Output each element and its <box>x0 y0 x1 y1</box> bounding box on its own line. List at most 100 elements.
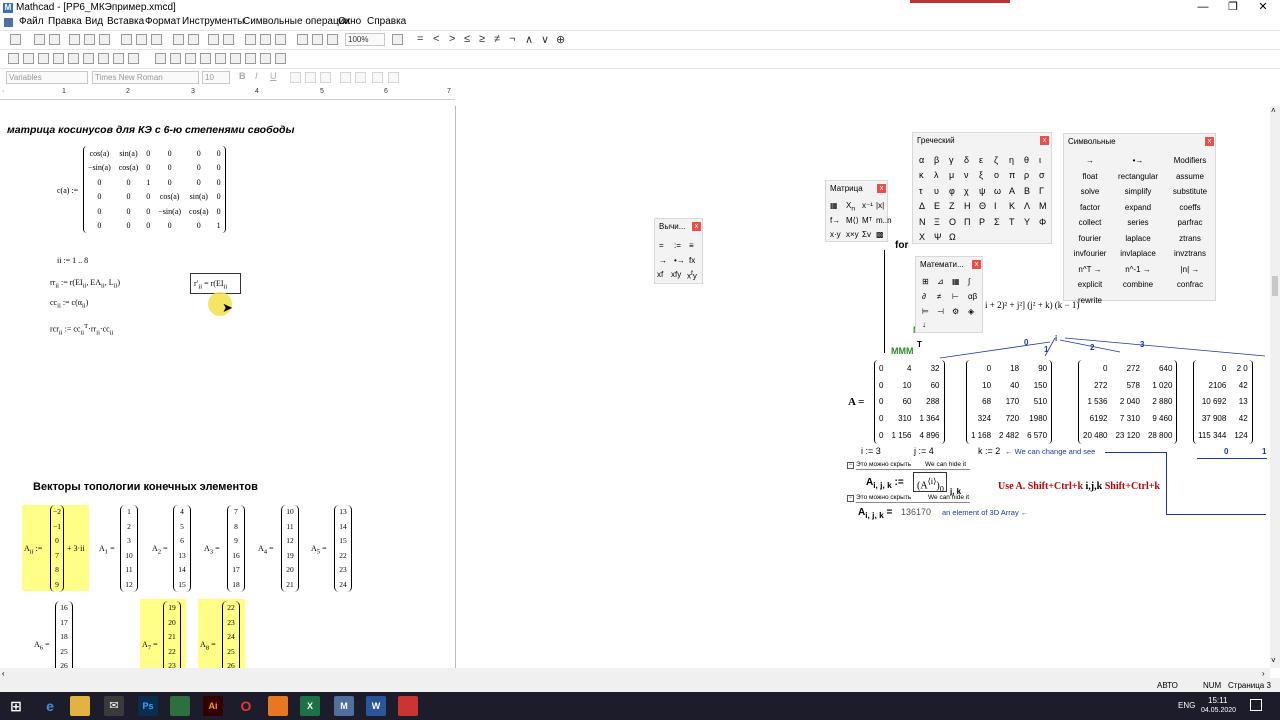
collapse-toggle-2[interactable]: − <box>847 495 854 502</box>
matrix-toolbar-icon[interactable] <box>23 53 34 64</box>
evaluation-icon[interactable]: ∫ <box>968 277 970 286</box>
greek-letter-button[interactable]: ψ <box>979 186 985 196</box>
align-left-icon[interactable] <box>290 72 301 83</box>
greek-letter-button[interactable]: Ν <box>919 217 926 227</box>
minimize-button[interactable]: — <box>1188 0 1218 15</box>
greek-letter-button[interactable]: σ <box>1039 170 1045 180</box>
opera-icon[interactable]: O <box>236 696 256 716</box>
photoshop-icon[interactable]: Ps <box>138 696 158 716</box>
topology-vector-vectors-0[interactable]: 1 2 3 10 11 12 <box>120 505 138 592</box>
symbolic-keyword-button[interactable]: invztrans <box>1166 249 1214 258</box>
j-definition[interactable]: j := 4 <box>914 446 934 456</box>
scroll-down-icon[interactable]: ˅ <box>1271 656 1276 665</box>
matrix-insert-icon[interactable]: ▦ <box>830 201 838 210</box>
calculator-icon[interactable]: ⊞ <box>922 277 929 286</box>
boolean-toolbar-icon[interactable] <box>128 53 139 64</box>
graph-icon[interactable]: ⊿ <box>937 277 944 286</box>
component-wizard-icon[interactable] <box>312 34 323 45</box>
greek-letter-button[interactable]: Α <box>1009 186 1015 196</box>
greek-letter-button[interactable]: Η <box>964 201 971 211</box>
symbolic-keyword-button[interactable]: invlaplace <box>1114 249 1162 258</box>
resource-center-icon[interactable] <box>327 34 338 45</box>
evaluation-panel-close[interactable]: x <box>692 222 701 231</box>
paste-icon[interactable] <box>151 34 162 45</box>
symbolic-keyword-button[interactable]: parfrac <box>1166 218 1214 227</box>
c-function-lhs[interactable]: c(a) := <box>57 186 78 195</box>
calculator-toolbar-icon[interactable] <box>155 53 166 64</box>
greek-letter-button[interactable]: β <box>934 155 939 165</box>
align-across-icon[interactable] <box>208 34 219 45</box>
topology-vector-vectors-4[interactable]: 13 14 15 22 23 24 <box>334 505 352 592</box>
greek-letter-button[interactable]: ι <box>1039 155 1041 165</box>
new-icon[interactable] <box>10 34 21 45</box>
vector-label-vectors_row2-0[interactable]: A6 = <box>34 640 50 652</box>
math-panel-close[interactable]: x <box>972 260 981 269</box>
symbolic-keyword-button[interactable]: series <box>1114 218 1162 227</box>
symbolic-keyword-button[interactable]: invfourier <box>1072 249 1108 258</box>
edge-icon[interactable]: e <box>40 696 60 716</box>
calculus-icon[interactable]: ∂ <box>922 292 926 301</box>
open-icon[interactable] <box>34 34 45 45</box>
and-icon[interactable]: ∧ <box>525 33 533 46</box>
symbolic-keyword-button[interactable]: substitute <box>1166 187 1214 196</box>
symbolic-keyword-button[interactable]: assume <box>1166 172 1214 181</box>
greek-letter-button[interactable]: Γ <box>1039 186 1044 196</box>
vectorize-icon[interactable]: f→ <box>830 216 840 225</box>
spellcheck-icon[interactable] <box>99 34 110 45</box>
mail-icon[interactable]: ✉ <box>104 696 124 716</box>
symbolic-keyword-button[interactable]: laplace <box>1114 234 1162 243</box>
treefix-icon[interactable]: xfy <box>687 270 697 281</box>
greek-letter-button[interactable]: Κ <box>1009 201 1015 211</box>
restore-button[interactable]: ❐ <box>1218 0 1248 15</box>
define-icon[interactable]: := <box>674 241 681 250</box>
font-size-combo[interactable]: 10 <box>202 71 230 84</box>
greek-letter-button[interactable]: Τ <box>1009 217 1015 227</box>
zoom-combo[interactable]: 100% <box>345 33 385 46</box>
A-ii-offset[interactable]: + 3·ii <box>67 544 85 553</box>
illustrator-icon[interactable]: Ai <box>203 696 223 716</box>
k-definition[interactable]: k := 2 <box>978 446 1000 456</box>
symbolic-keyword-button[interactable]: → <box>1072 156 1108 165</box>
vector-label-vectors-3[interactable]: A4 = <box>258 544 274 556</box>
i-definition[interactable]: i := 3 <box>861 446 881 456</box>
symbolic-toolbar-icon[interactable] <box>98 53 109 64</box>
menu-edit[interactable]: Правка <box>48 16 82 27</box>
bullets-icon[interactable] <box>340 72 351 83</box>
calculate-icon[interactable] <box>275 34 286 45</box>
symbolic-keyword-button[interactable]: rewrite <box>1072 296 1108 305</box>
font-combo[interactable]: Times New Roman <box>92 71 199 84</box>
hat-icon[interactable] <box>275 53 286 64</box>
symbolic-keyword-icon[interactable]: ⊨ <box>922 307 929 316</box>
greek-letter-button[interactable]: η <box>1009 155 1014 165</box>
clock-date[interactable]: 04.05.2020 <box>1201 707 1236 714</box>
A-3d-result[interactable]: 0 4 32 0 10 60 0 60 288 0 310 1 364 0 1 156 4 896 0 18 90… <box>870 360 1270 444</box>
matrix-icon[interactable]: ▦ <box>952 277 960 286</box>
greek-letter-button[interactable]: Ζ <box>949 201 955 211</box>
column-icon[interactable]: M⟨⟩ <box>846 216 859 225</box>
help-icon[interactable] <box>392 34 403 45</box>
vector-label-vectors_row2-1[interactable]: A7 = <box>142 640 158 652</box>
undo-icon[interactable] <box>173 34 184 45</box>
explorer-icon[interactable] <box>70 696 90 716</box>
greek-letter-button[interactable]: Ι <box>994 201 997 211</box>
symbolic-keyword-button[interactable]: n^-1 → <box>1114 265 1162 274</box>
eval-icon[interactable] <box>230 53 241 64</box>
horizontal-scrollbar[interactable]: ‹ › <box>0 668 1270 678</box>
greek-letter-button[interactable]: λ <box>934 170 939 180</box>
A-block-3[interactable]: 0 2 0 2106 42 10 692 13 37 908 42 115 344 124 <box>1193 360 1253 444</box>
A-ii-vector[interactable]: −2 −1 0 7 8 9 <box>50 505 64 592</box>
menu-file[interactable]: Файл <box>19 16 44 27</box>
selected-region[interactable]: r′ii = r(EIii <box>190 273 241 294</box>
copy-icon[interactable] <box>136 34 147 45</box>
greek-letter-button[interactable]: δ <box>964 155 969 165</box>
print-icon[interactable] <box>69 34 80 45</box>
evaluation-toolbar-icon[interactable] <box>53 53 64 64</box>
superscript-icon[interactable] <box>388 72 399 83</box>
rcr-definition[interactable]: rcrii := cciiT·rrii·ccii <box>50 323 113 336</box>
greek-letter-button[interactable]: Δ <box>919 201 925 211</box>
greek-letter-button[interactable]: ζ <box>994 155 998 165</box>
program-icon[interactable] <box>245 53 256 64</box>
app-red-icon[interactable] <box>398 696 418 716</box>
greek-letter-button[interactable]: Θ <box>979 201 986 211</box>
A-block-0[interactable]: 0 4 32 0 10 60 0 60 288 0 310 1 364 0 1 156 4 896 <box>874 360 945 444</box>
